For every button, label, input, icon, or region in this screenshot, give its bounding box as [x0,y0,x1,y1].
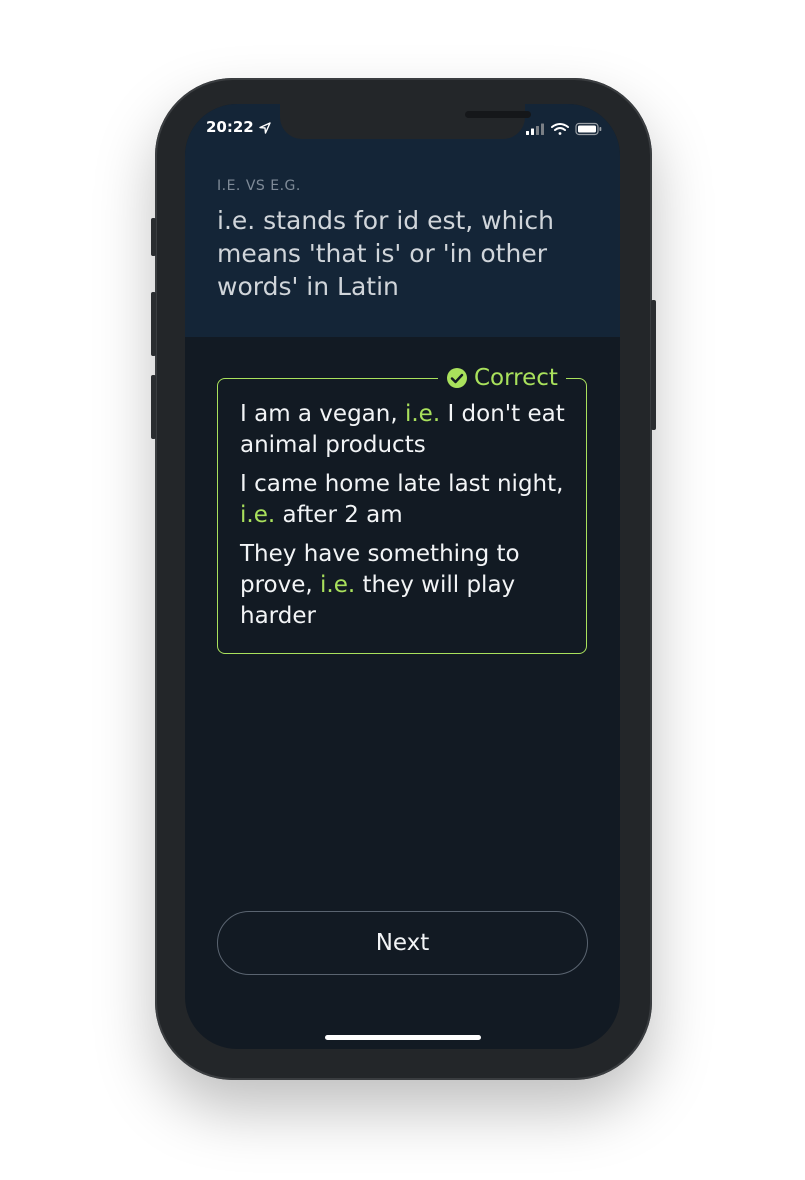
example-text-after: after 2 am [275,502,403,528]
example-highlight: i.e. [240,502,276,528]
examples-list: I am a vegan, i.e. I don't eat animal pr… [240,399,570,640]
check-circle-icon [447,368,467,388]
topic-label: I.E. VS E.G. [217,178,301,194]
correct-badge: Correct [438,364,566,392]
app-screen: I.E. VS E.G. i.e. stands for id est, whi… [185,104,620,1049]
lesson-text: i.e. stands for id est, which means 'tha… [217,206,555,301]
example-sentence: I am a vegan, i.e. I don't eat animal pr… [240,399,570,461]
example-sentence: They have something to prove, i.e. they … [240,539,570,632]
examples-card: Correct I am a vegan, i.e. I don't eat a… [217,364,587,654]
home-indicator[interactable] [325,1035,481,1040]
wifi-icon [551,123,569,135]
status-time: 20:22 [206,118,254,136]
phone-volume-down [151,375,156,439]
speaker [465,111,531,118]
battery-icon [575,122,602,136]
next-button-label: Next [375,930,430,956]
phone-power-button [651,300,656,430]
cellular-signal-icon [526,123,544,135]
location-arrow-icon [259,122,271,134]
correct-label: Correct [474,365,558,391]
example-text-before: I came home late last night, [240,471,564,497]
status-icons [526,122,602,136]
example-sentence: I came home late last night, i.e. after … [240,469,570,531]
example-highlight: i.e. [404,401,441,427]
notch [280,104,531,139]
example-text-before: I am a vegan, [240,401,405,427]
example-highlight: i.e. [320,572,356,598]
phone-volume-up [151,292,156,356]
phone-silent-switch [151,218,156,256]
next-button[interactable]: Next [217,911,588,975]
